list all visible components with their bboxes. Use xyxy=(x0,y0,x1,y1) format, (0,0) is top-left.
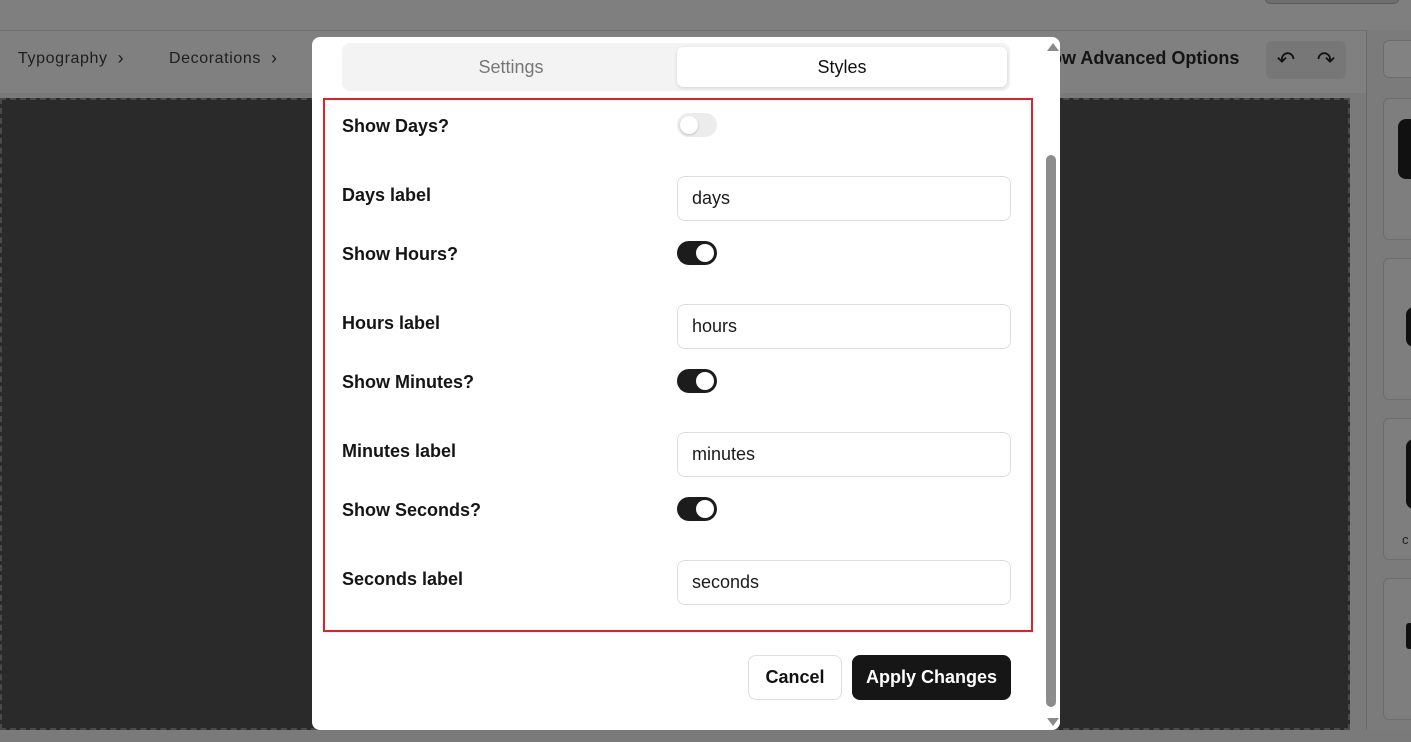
show-days-toggle[interactable] xyxy=(677,113,717,137)
component-card[interactable] xyxy=(1383,258,1411,400)
scroll-down-arrow-icon[interactable] xyxy=(1047,718,1059,726)
seconds-label-label: Seconds label xyxy=(342,569,464,589)
component-preview xyxy=(1398,119,1411,179)
minutes-label-input[interactable] xyxy=(677,432,1011,477)
seconds-label-input[interactable] xyxy=(677,560,1011,605)
minutes-label-label: Minutes label xyxy=(342,441,457,461)
panel-search-stub xyxy=(1383,40,1411,78)
toggle-knob xyxy=(696,500,714,518)
scrollbar-thumb[interactable] xyxy=(1046,155,1056,707)
top-tab-stub xyxy=(1265,0,1399,4)
component-card[interactable] xyxy=(1383,98,1411,240)
chevron-right-icon: › xyxy=(270,48,278,68)
component-preview xyxy=(1406,307,1411,347)
component-card[interactable]: c xyxy=(1383,418,1411,560)
breadcrumb-decorations[interactable]: Decorations › xyxy=(169,48,278,69)
top-strip xyxy=(0,0,1411,30)
undo-redo-group: ↶ ↷ xyxy=(1266,41,1346,79)
show-hours-toggle[interactable] xyxy=(677,241,717,265)
redo-icon[interactable]: ↷ xyxy=(1317,47,1335,73)
show-hours-label: Show Hours? xyxy=(342,244,458,264)
countdown-settings-modal: Settings Styles Show Days? Days label Sh… xyxy=(312,37,1060,730)
apply-changes-button[interactable]: Apply Changes xyxy=(852,655,1011,700)
right-component-panel: c xyxy=(1366,30,1411,742)
component-preview xyxy=(1406,439,1411,509)
days-label-label: Days label xyxy=(342,185,432,205)
tab-settings[interactable]: Settings xyxy=(346,47,676,87)
tab-styles[interactable]: Styles xyxy=(677,47,1007,87)
component-card[interactable] xyxy=(1383,578,1411,720)
show-minutes-toggle[interactable] xyxy=(677,369,717,393)
days-label-input[interactable] xyxy=(677,176,1011,221)
hours-label-label: Hours label xyxy=(342,313,441,333)
modal-tabs: Settings Styles xyxy=(342,43,1010,91)
toggle-knob xyxy=(696,372,714,390)
show-minutes-label: Show Minutes? xyxy=(342,372,474,392)
chevron-right-icon: › xyxy=(117,48,125,68)
undo-icon[interactable]: ↶ xyxy=(1277,47,1295,73)
show-advanced-options-toggle[interactable]: how Advanced Options xyxy=(1040,48,1239,69)
show-days-label: Show Days? xyxy=(342,116,450,136)
breadcrumb-label: Typography xyxy=(18,49,108,67)
scroll-up-arrow-icon[interactable] xyxy=(1047,43,1059,51)
hours-label-input[interactable] xyxy=(677,304,1011,349)
component-card-label: c xyxy=(1402,532,1409,547)
toggle-knob xyxy=(696,244,714,262)
bottom-strip xyxy=(0,730,1411,742)
breadcrumb-typography[interactable]: Typography › xyxy=(18,48,124,69)
show-seconds-label: Show Seconds? xyxy=(342,500,482,520)
component-preview xyxy=(1406,623,1411,649)
show-seconds-toggle[interactable] xyxy=(677,497,717,521)
cancel-button[interactable]: Cancel xyxy=(748,655,842,700)
breadcrumb-label: Decorations xyxy=(169,49,261,67)
modal-scrollbar[interactable] xyxy=(1044,37,1060,730)
toggle-knob xyxy=(680,116,698,134)
